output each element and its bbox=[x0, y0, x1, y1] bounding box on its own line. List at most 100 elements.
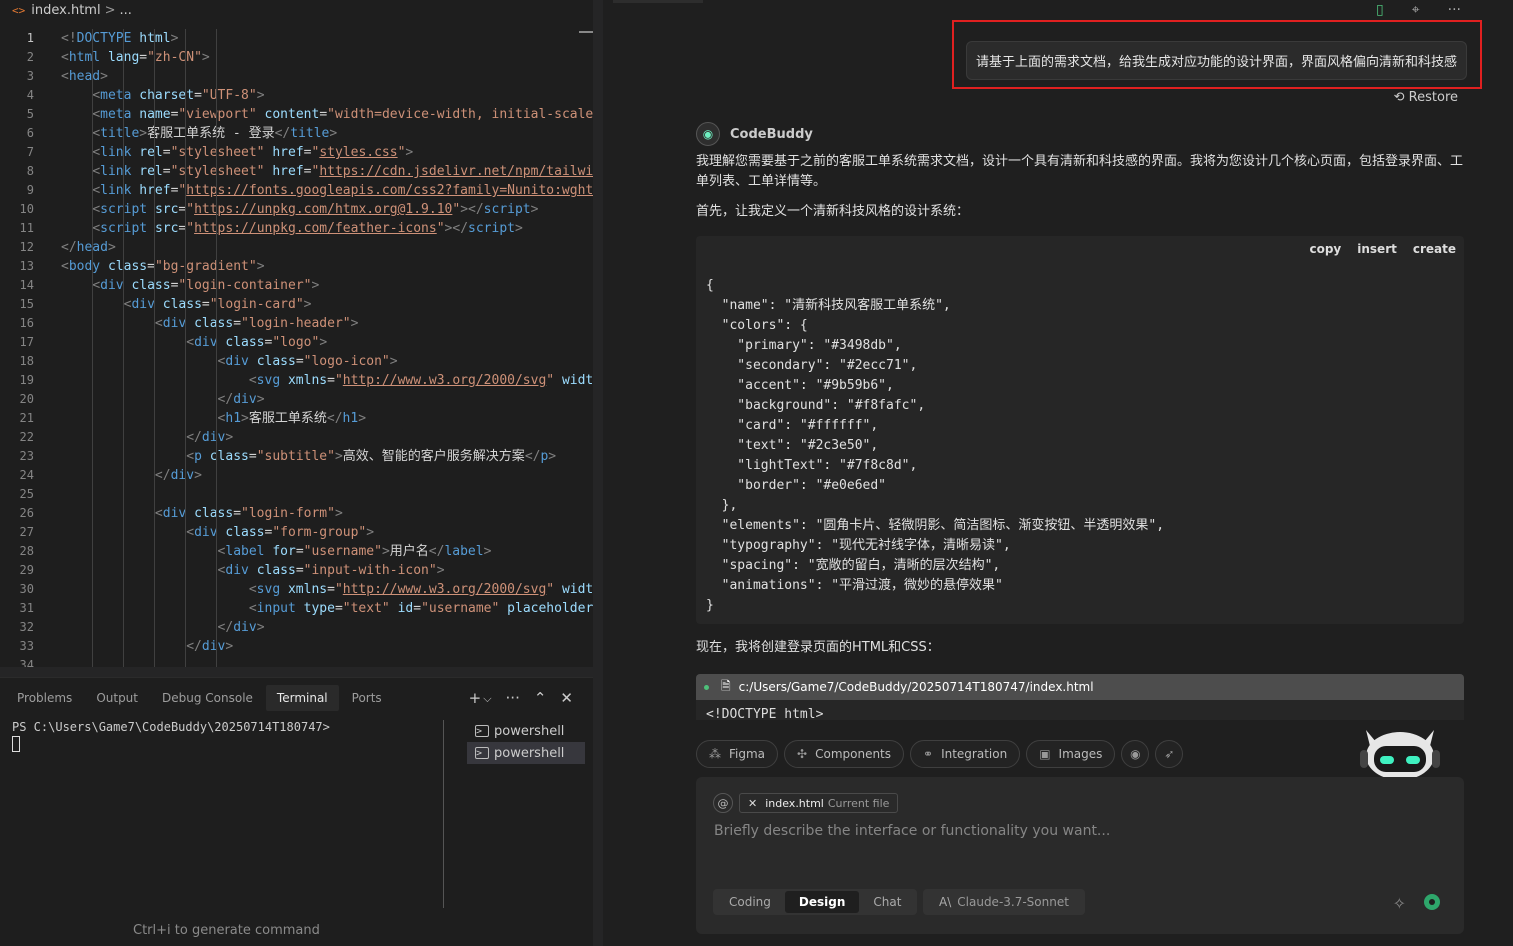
code-line[interactable]: 2 <html lang="zh-CN"> bbox=[0, 48, 593, 67]
code-token: script bbox=[468, 221, 515, 236]
create-button[interactable]: create bbox=[1413, 242, 1456, 256]
tab-terminal[interactable]: Terminal bbox=[265, 685, 339, 711]
tab-problems[interactable]: Problems bbox=[6, 685, 83, 711]
images-chip[interactable]: ▣ Images bbox=[1026, 740, 1116, 768]
code-token: < bbox=[92, 88, 101, 103]
line-number: 27 bbox=[19, 525, 34, 539]
restore-button[interactable]: ⟲ Restore bbox=[1394, 90, 1458, 105]
model-select[interactable]: A\ Claude-3.7-Sonnet bbox=[923, 889, 1085, 915]
code-line[interactable]: 8 <link rel="stylesheet" href="https://c… bbox=[0, 162, 593, 181]
figma-chip[interactable]: ⁂ Figma bbox=[696, 740, 779, 768]
code-line[interactable]: 31 <input type="text" id="username" plac… bbox=[0, 599, 593, 618]
code-line[interactable]: 5 <meta name="viewport" content="width=d… bbox=[0, 105, 593, 124]
code-token: = bbox=[327, 373, 335, 388]
send-button[interactable] bbox=[1424, 894, 1440, 910]
code-line[interactable]: 7 <link rel="stylesheet" href="styles.cs… bbox=[0, 143, 593, 162]
code-token: div bbox=[233, 620, 257, 635]
mode-coding[interactable]: Coding bbox=[715, 891, 785, 913]
preview-button[interactable]: ◉ bbox=[1121, 740, 1150, 768]
code-line[interactable]: 30 <svg xmlns="http://www.w3.org/2000/sv… bbox=[0, 580, 593, 599]
maximize-panel-icon[interactable]: ⌃ bbox=[534, 689, 547, 707]
code-line[interactable]: 23 <p class="subtitle">高效、智能的客户服务解决方案</p… bbox=[0, 447, 593, 466]
insert-button[interactable]: insert bbox=[1357, 242, 1397, 256]
code-line[interactable]: 27 <div class="form-group"> bbox=[0, 523, 593, 542]
code-line[interactable]: 19 <svg xmlns="http://www.w3.org/2000/sv… bbox=[0, 371, 593, 390]
code-token: > bbox=[350, 316, 359, 331]
deploy-button[interactable]: ➶ bbox=[1155, 740, 1184, 768]
line-content: <div class="input-with-icon"> bbox=[44, 561, 593, 580]
code-line[interactable]: 24 </div> bbox=[0, 466, 593, 485]
code-line[interactable]: 15 <div class="login-card"> bbox=[0, 295, 593, 314]
integration-chip[interactable]: ⚭ Integration bbox=[910, 740, 1021, 768]
code-line[interactable]: 14 <div class="login-container"> bbox=[0, 276, 593, 295]
tab-output[interactable]: Output bbox=[85, 685, 149, 711]
terminal-item[interactable]: >_ powershell bbox=[467, 720, 585, 742]
line-content: <meta name="viewport" content="width=dev… bbox=[44, 105, 593, 124]
code-line[interactable]: 12 </head> bbox=[0, 238, 593, 257]
code-line[interactable]: 22 </div> bbox=[0, 428, 593, 447]
file-header[interactable]: 🗎 c:/Users/Game7/CodeBuddy/20250714T1807… bbox=[696, 674, 1464, 700]
breadcrumb-rest[interactable]: ... bbox=[119, 3, 131, 18]
history-icon[interactable]: ▯ bbox=[1376, 2, 1384, 18]
code-editor[interactable]: < > index.html > ... 1<!DOCTYPE html>2<ht… bbox=[0, 0, 593, 667]
mode-chat[interactable]: Chat bbox=[859, 891, 915, 913]
new-terminal-icon[interactable]: + bbox=[469, 689, 482, 707]
code-line[interactable]: 32 </div> bbox=[0, 618, 593, 637]
code-token: = bbox=[139, 50, 148, 65]
terminal-icon: >_ bbox=[475, 747, 489, 759]
breadcrumb-file[interactable]: index.html bbox=[31, 3, 100, 18]
components-chip[interactable]: ✣ Components bbox=[784, 740, 905, 768]
close-panel-icon[interactable]: ✕ bbox=[560, 689, 573, 707]
code-line[interactable]: 16 <div class="login-header"> bbox=[0, 314, 593, 333]
tab-debug-console[interactable]: Debug Console bbox=[151, 685, 264, 711]
code-line[interactable]: 33 </div> bbox=[0, 637, 593, 656]
code-line[interactable]: 13 <body class="bg-gradient"> bbox=[0, 257, 593, 276]
code-line[interactable]: 18 <div class="logo-icon"> bbox=[0, 352, 593, 371]
copy-button[interactable]: copy bbox=[1309, 242, 1341, 256]
mode-design[interactable]: Design bbox=[784, 891, 860, 913]
code-line[interactable]: 29 <div class="input-with-icon"> bbox=[0, 561, 593, 580]
code-line[interactable]: 25 bbox=[0, 485, 593, 504]
more-icon[interactable]: ··· bbox=[506, 689, 520, 707]
code-token: "username" bbox=[303, 544, 382, 559]
code-line[interactable]: 10 <script src="https://unpkg.com/htmx.o… bbox=[0, 200, 593, 219]
pin-icon[interactable]: ⌖ bbox=[1412, 2, 1420, 18]
code-line[interactable]: 21 <h1>客服工单系统</h1> bbox=[0, 409, 593, 428]
code-lines[interactable]: 1<!DOCTYPE html>2<html lang="zh-CN">3<he… bbox=[0, 29, 593, 667]
code-line[interactable]: 17 <div class="logo"> bbox=[0, 333, 593, 352]
context-file-chip[interactable]: ✕ index.html Current file bbox=[739, 793, 899, 813]
sidebar-sash[interactable] bbox=[593, 0, 603, 946]
terminal-output[interactable]: PS C:\Users\Game7\CodeBuddy\20250714T180… bbox=[12, 720, 442, 752]
tab-ports[interactable]: Ports bbox=[341, 685, 393, 711]
code-token: 客服工单系统 - 登录 bbox=[147, 126, 275, 141]
sparkle-icon[interactable]: ✧ bbox=[1393, 894, 1406, 913]
code-line[interactable]: 6 <title>客服工单系统 - 登录</title> bbox=[0, 124, 593, 143]
code-token: h1 bbox=[225, 411, 242, 426]
mention-button[interactable]: @ bbox=[713, 793, 733, 813]
code-token: > bbox=[170, 31, 179, 46]
code-line[interactable]: 20 </div> bbox=[0, 390, 593, 409]
line-content: <div class="login-header"> bbox=[44, 314, 593, 333]
code-token: " bbox=[334, 373, 343, 388]
code-line[interactable]: 9 <link href="https://fonts.googleapis.c… bbox=[0, 181, 593, 200]
code-line[interactable]: 3 <head> bbox=[0, 67, 593, 86]
code-token: "logo" bbox=[272, 335, 320, 350]
chevron-down-icon[interactable]: ⌵ bbox=[483, 692, 491, 707]
prompt-input[interactable] bbox=[714, 823, 1434, 839]
code-token: type bbox=[303, 601, 335, 616]
code-line[interactable]: 4 <meta charset="UTF-8"> bbox=[0, 86, 593, 105]
remove-file-icon[interactable]: ✕ bbox=[748, 797, 757, 810]
panel-sash[interactable] bbox=[0, 667, 593, 677]
code-line[interactable]: 26 <div class="login-form"> bbox=[0, 504, 593, 523]
code-line[interactable]: 11 <script src="https://unpkg.com/feathe… bbox=[0, 219, 593, 238]
code-line[interactable]: 28 <label for="username">用户名</label> bbox=[0, 542, 593, 561]
terminal-item[interactable]: >_ powershell bbox=[467, 742, 585, 764]
code-line[interactable]: 34 bbox=[0, 656, 593, 667]
more-icon[interactable]: ··· bbox=[1448, 2, 1461, 18]
line-number: 5 bbox=[26, 107, 34, 121]
code-token: < bbox=[92, 164, 101, 179]
terminal-divider[interactable] bbox=[443, 720, 444, 908]
code-line[interactable]: 1 <!DOCTYPE html> bbox=[0, 29, 593, 48]
